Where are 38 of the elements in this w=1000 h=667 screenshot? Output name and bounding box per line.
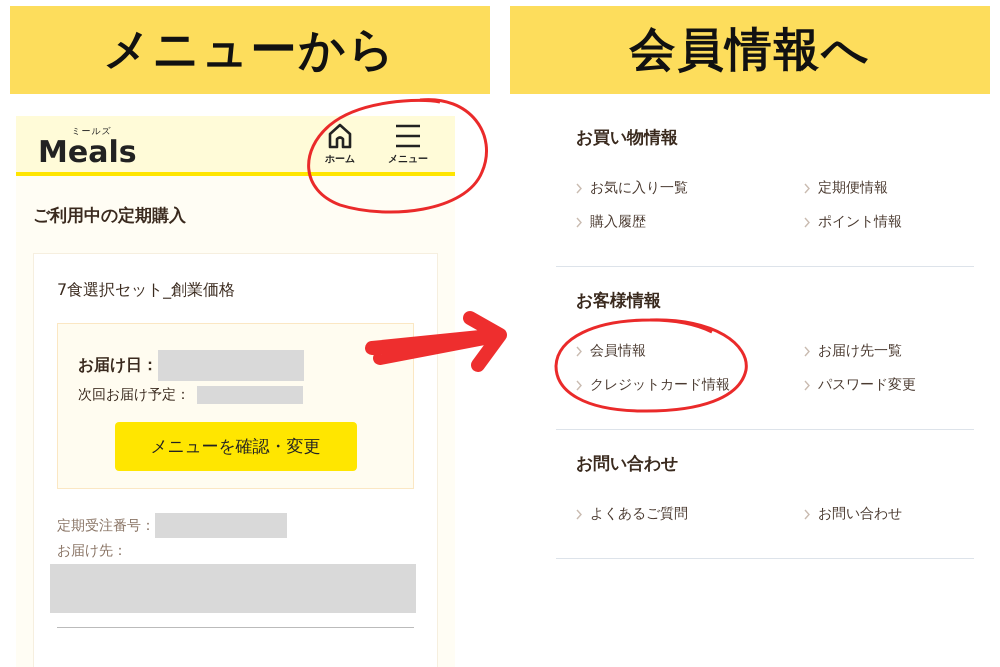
order-number-label: 定期受注番号： — [57, 516, 155, 534]
logo[interactable]: Meals — [38, 138, 137, 168]
menu-link[interactable]: 購入履歴 — [576, 213, 646, 231]
home-button[interactable]: ホーム — [317, 122, 363, 166]
chevron-icon — [576, 182, 582, 194]
chevron-icon — [804, 346, 810, 356]
section-heading: お買い物情報 — [576, 127, 679, 149]
next-delivery-label: 次回お届け予定： — [78, 386, 190, 404]
menu-link[interactable]: 定期便情報 — [804, 179, 888, 197]
address-label: お届け先： — [57, 542, 127, 560]
chevron-icon — [804, 380, 810, 390]
chevron-icon — [804, 182, 810, 194]
menu-icon — [395, 122, 421, 150]
confirm-menu-button[interactable]: メニューを確認・変更 — [114, 422, 356, 471]
section-heading: お問い合わせ — [576, 453, 679, 475]
menu-button[interactable]: メニュー — [385, 122, 431, 166]
menu-link[interactable]: クレジットカード情報 — [576, 376, 730, 394]
menu-link[interactable]: お問い合わせ — [804, 505, 902, 523]
logo-ruby: ミールズ — [71, 126, 112, 138]
section-heading: お客様情報 — [576, 290, 662, 312]
menu-link[interactable]: パスワード変更 — [804, 376, 916, 394]
banner-title: メニューから — [10, 6, 490, 94]
plan-name: 7食選択セット_創業価格 — [57, 280, 236, 301]
chevron-icon — [804, 508, 810, 520]
delivery-date-label: お届け日： — [78, 355, 158, 376]
banner-title: 会員情報へ — [510, 6, 990, 94]
section-heading: ご利用中の定期購入 — [33, 205, 187, 227]
menu-link[interactable]: お気に入り一覧 — [576, 179, 688, 197]
chevron-icon — [576, 346, 582, 356]
chevron-icon — [576, 380, 582, 390]
chevron-icon — [804, 216, 810, 228]
menu-link[interactable]: よくあるご質問 — [576, 505, 688, 523]
chevron-icon — [576, 216, 582, 228]
menu-link[interactable]: ポイント情報 — [804, 213, 902, 231]
home-icon — [327, 122, 353, 150]
chevron-icon — [576, 508, 582, 520]
menu-link[interactable]: 会員情報 — [576, 342, 646, 360]
menu-link[interactable]: お届け先一覧 — [804, 342, 902, 360]
